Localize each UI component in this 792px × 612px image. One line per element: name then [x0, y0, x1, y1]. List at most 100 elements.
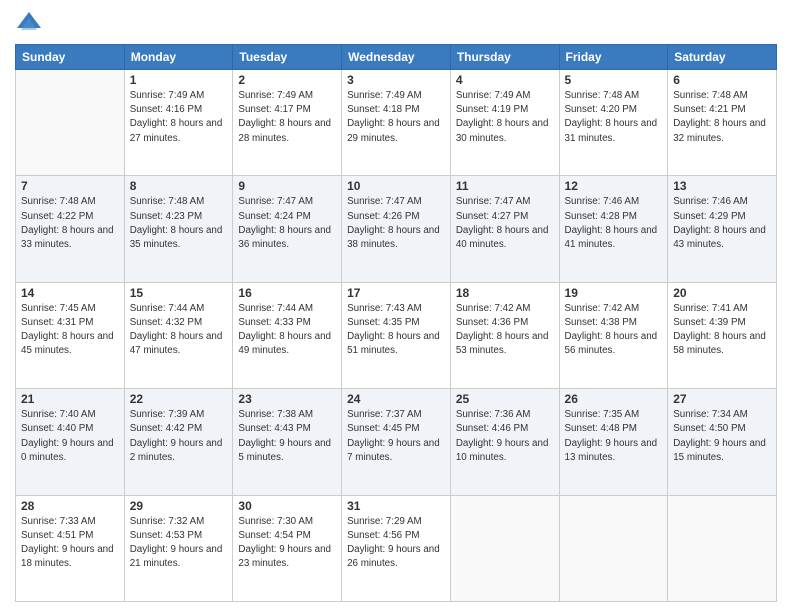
calendar-cell: 23 Sunrise: 7:38 AMSunset: 4:43 PMDayligh…	[233, 389, 342, 495]
calendar-cell: 9Sunrise: 7:47 AMSunset: 4:24 PMDaylight…	[233, 176, 342, 282]
calendar-cell: 11 Sunrise: 7:47 AMSunset: 4:27 PMDayligh…	[450, 176, 559, 282]
day-info: Sunrise: 7:46 AMSunset: 4:29 PMDaylight:…	[673, 195, 771, 252]
day-number: 20	[673, 286, 771, 300]
day-number: 18	[456, 286, 554, 300]
day-number: 1	[130, 73, 228, 87]
day-number: 8	[130, 179, 228, 193]
calendar-cell: 22 Sunrise: 7:39 AMSunset: 4:42 PMDayligh…	[124, 389, 233, 495]
calendar-cell: 13Sunrise: 7:46 AMSunset: 4:29 PMDayligh…	[668, 176, 777, 282]
weekday-header: Wednesday	[342, 45, 451, 70]
day-number: 27	[673, 392, 771, 406]
calendar-cell	[16, 70, 125, 176]
day-number: 2	[238, 73, 336, 87]
day-number: 12	[565, 179, 663, 193]
day-number: 30	[238, 499, 336, 513]
calendar-cell	[559, 495, 668, 601]
calendar-cell: 15 Sunrise: 7:44 AMSunset: 4:32 PMDayligh…	[124, 282, 233, 388]
weekday-header: Tuesday	[233, 45, 342, 70]
logo-icon	[15, 10, 43, 38]
day-info: Sunrise: 7:30 AMSunset: 4:54 PMDaylight:…	[238, 515, 336, 572]
calendar-cell: 28 Sunrise: 7:33 AMSunset: 4:51 PMDayligh…	[16, 495, 125, 601]
day-info: Sunrise: 7:46 AMSunset: 4:28 PMDaylight:…	[565, 195, 663, 252]
day-number: 5	[565, 73, 663, 87]
day-info: Sunrise: 7:48 AMSunset: 4:22 PMDaylight:…	[21, 195, 119, 252]
day-info: Sunrise: 7:47 AMSunset: 4:26 PMDaylight:…	[347, 195, 445, 252]
weekday-header: Saturday	[668, 45, 777, 70]
calendar-cell: 31 Sunrise: 7:29 AMSunset: 4:56 PMDayligh…	[342, 495, 451, 601]
day-info: Sunrise: 7:32 AMSunset: 4:53 PMDaylight:…	[130, 515, 228, 572]
day-number: 25	[456, 392, 554, 406]
calendar-cell: 25 Sunrise: 7:36 AMSunset: 4:46 PMDayligh…	[450, 389, 559, 495]
day-number: 11	[456, 179, 554, 193]
calendar-cell: 27 Sunrise: 7:34 AMSunset: 4:50 PMDayligh…	[668, 389, 777, 495]
day-info: Sunrise: 7:39 AMSunset: 4:42 PMDaylight:…	[130, 408, 228, 465]
calendar-cell	[668, 495, 777, 601]
day-info: Sunrise: 7:44 AMSunset: 4:32 PMDaylight:…	[130, 302, 228, 359]
calendar-cell: 14 Sunrise: 7:45 AMSunset: 4:31 PMDayligh…	[16, 282, 125, 388]
day-info: Sunrise: 7:29 AMSunset: 4:56 PMDaylight:…	[347, 515, 445, 572]
calendar-cell: 21Sunrise: 7:40 AMSunset: 4:40 PMDayligh…	[16, 389, 125, 495]
calendar-cell: 19 Sunrise: 7:42 AMSunset: 4:38 PMDayligh…	[559, 282, 668, 388]
day-number: 15	[130, 286, 228, 300]
day-number: 4	[456, 73, 554, 87]
day-info: Sunrise: 7:47 AMSunset: 4:27 PMDaylight:…	[456, 195, 554, 252]
calendar-cell: 7 Sunrise: 7:48 AMSunset: 4:22 PMDaylight…	[16, 176, 125, 282]
weekday-header: Sunday	[16, 45, 125, 70]
day-info: Sunrise: 7:38 AMSunset: 4:43 PMDaylight:…	[238, 408, 336, 465]
day-info: Sunrise: 7:33 AMSunset: 4:51 PMDaylight:…	[21, 515, 119, 572]
calendar-cell: 20 Sunrise: 7:41 AMSunset: 4:39 PMDayligh…	[668, 282, 777, 388]
calendar-cell: 2 Sunrise: 7:49 AMSunset: 4:17 PMDaylight…	[233, 70, 342, 176]
calendar-week-row: 1 Sunrise: 7:49 AMSunset: 4:16 PMDaylight…	[16, 70, 777, 176]
day-number: 22	[130, 392, 228, 406]
day-info: Sunrise: 7:45 AMSunset: 4:31 PMDaylight:…	[21, 302, 119, 359]
day-number: 3	[347, 73, 445, 87]
weekday-header: Monday	[124, 45, 233, 70]
day-number: 6	[673, 73, 771, 87]
calendar-week-row: 28 Sunrise: 7:33 AMSunset: 4:51 PMDayligh…	[16, 495, 777, 601]
day-info: Sunrise: 7:49 AMSunset: 4:18 PMDaylight:…	[347, 89, 445, 146]
calendar-cell: 16Sunrise: 7:44 AMSunset: 4:33 PMDayligh…	[233, 282, 342, 388]
day-info: Sunrise: 7:48 AMSunset: 4:20 PMDaylight:…	[565, 89, 663, 146]
day-info: Sunrise: 7:48 AMSunset: 4:23 PMDaylight:…	[130, 195, 228, 252]
calendar-cell	[450, 495, 559, 601]
day-info: Sunrise: 7:42 AMSunset: 4:38 PMDaylight:…	[565, 302, 663, 359]
day-info: Sunrise: 7:37 AMSunset: 4:45 PMDaylight:…	[347, 408, 445, 465]
day-info: Sunrise: 7:43 AMSunset: 4:35 PMDaylight:…	[347, 302, 445, 359]
calendar-cell: 30 Sunrise: 7:30 AMSunset: 4:54 PMDayligh…	[233, 495, 342, 601]
day-info: Sunrise: 7:35 AMSunset: 4:48 PMDaylight:…	[565, 408, 663, 465]
day-number: 10	[347, 179, 445, 193]
calendar-cell: 1 Sunrise: 7:49 AMSunset: 4:16 PMDaylight…	[124, 70, 233, 176]
day-info: Sunrise: 7:42 AMSunset: 4:36 PMDaylight:…	[456, 302, 554, 359]
day-number: 14	[21, 286, 119, 300]
day-info: Sunrise: 7:40 AMSunset: 4:40 PMDaylight:…	[21, 408, 119, 465]
day-info: Sunrise: 7:49 AMSunset: 4:16 PMDaylight:…	[130, 89, 228, 146]
calendar-page: SundayMondayTuesdayWednesdayThursdayFrid…	[0, 0, 792, 612]
day-info: Sunrise: 7:49 AMSunset: 4:19 PMDaylight:…	[456, 89, 554, 146]
calendar-table: SundayMondayTuesdayWednesdayThursdayFrid…	[15, 44, 777, 602]
weekday-header: Friday	[559, 45, 668, 70]
day-info: Sunrise: 7:41 AMSunset: 4:39 PMDaylight:…	[673, 302, 771, 359]
calendar-cell: 18 Sunrise: 7:42 AMSunset: 4:36 PMDayligh…	[450, 282, 559, 388]
day-info: Sunrise: 7:49 AMSunset: 4:17 PMDaylight:…	[238, 89, 336, 146]
calendar-week-row: 21Sunrise: 7:40 AMSunset: 4:40 PMDayligh…	[16, 389, 777, 495]
day-info: Sunrise: 7:36 AMSunset: 4:46 PMDaylight:…	[456, 408, 554, 465]
day-number: 24	[347, 392, 445, 406]
day-number: 23	[238, 392, 336, 406]
day-number: 19	[565, 286, 663, 300]
day-number: 17	[347, 286, 445, 300]
weekday-header-row: SundayMondayTuesdayWednesdayThursdayFrid…	[16, 45, 777, 70]
day-info: Sunrise: 7:48 AMSunset: 4:21 PMDaylight:…	[673, 89, 771, 146]
calendar-week-row: 14 Sunrise: 7:45 AMSunset: 4:31 PMDayligh…	[16, 282, 777, 388]
day-number: 26	[565, 392, 663, 406]
day-info: Sunrise: 7:34 AMSunset: 4:50 PMDaylight:…	[673, 408, 771, 465]
day-number: 31	[347, 499, 445, 513]
calendar-cell: 29Sunrise: 7:32 AMSunset: 4:53 PMDayligh…	[124, 495, 233, 601]
calendar-cell: 17 Sunrise: 7:43 AMSunset: 4:35 PMDayligh…	[342, 282, 451, 388]
day-info: Sunrise: 7:47 AMSunset: 4:24 PMDaylight:…	[238, 195, 336, 252]
day-number: 7	[21, 179, 119, 193]
header	[15, 10, 777, 38]
day-number: 28	[21, 499, 119, 513]
day-number: 16	[238, 286, 336, 300]
logo	[15, 10, 47, 38]
calendar-cell: 3 Sunrise: 7:49 AMSunset: 4:18 PMDaylight…	[342, 70, 451, 176]
